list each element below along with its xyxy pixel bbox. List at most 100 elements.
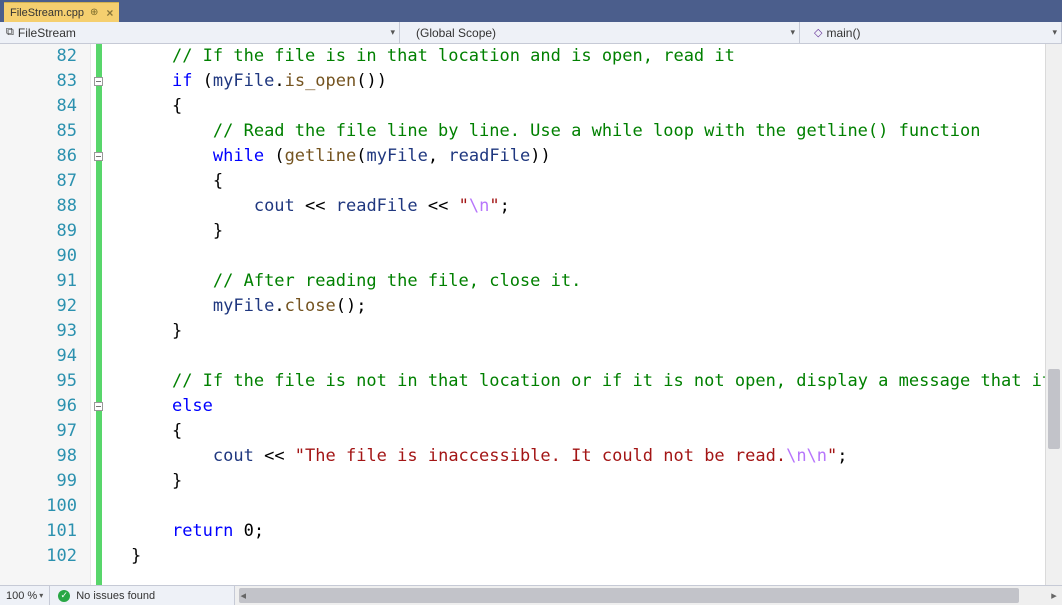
line-number: 82: [0, 44, 91, 69]
line-number: 101: [0, 519, 91, 544]
code-text[interactable]: }: [105, 319, 182, 344]
horizontal-scrollbar[interactable]: ◂ ▸: [235, 586, 1062, 605]
code-line[interactable]: 100: [0, 494, 1062, 519]
line-number: 94: [0, 344, 91, 369]
code-text[interactable]: if (myFile.is_open()): [105, 69, 387, 94]
code-line[interactable]: 99 }: [0, 469, 1062, 494]
code-text[interactable]: {: [105, 94, 182, 119]
code-text[interactable]: // Read the file line by line. Use a whi…: [105, 119, 981, 144]
code-text[interactable]: {: [105, 169, 223, 194]
pin-icon[interactable]: ⊕: [90, 7, 98, 18]
code-text[interactable]: }: [105, 544, 141, 569]
scroll-left-icon[interactable]: ◂: [235, 589, 251, 602]
outline-toggle: [91, 344, 105, 369]
outline-toggle: [91, 194, 105, 219]
outline-toggle: [91, 419, 105, 444]
status-bar: 100 % ▾ ✓ No issues found ◂ ▸: [0, 585, 1062, 605]
code-line[interactable]: 89 }: [0, 219, 1062, 244]
code-line[interactable]: 91 // After reading the file, close it.: [0, 269, 1062, 294]
error-list-summary[interactable]: ✓ No issues found: [50, 586, 235, 605]
code-line[interactable]: 87 {: [0, 169, 1062, 194]
code-line[interactable]: 84 {: [0, 94, 1062, 119]
outline-toggle: [91, 244, 105, 269]
method-icon: ◇: [814, 26, 822, 39]
scroll-right-icon[interactable]: ▸: [1046, 589, 1062, 602]
outline-toggle[interactable]: [91, 69, 105, 94]
code-line[interactable]: 95 // If the file is not in that locatio…: [0, 369, 1062, 394]
issues-text: No issues found: [76, 590, 155, 602]
close-icon[interactable]: ×: [106, 6, 113, 20]
code-line[interactable]: 83 if (myFile.is_open()): [0, 69, 1062, 94]
code-text[interactable]: [105, 494, 131, 519]
tab-filename: FileStream.cpp: [10, 7, 84, 19]
vertical-scrollbar[interactable]: [1045, 44, 1062, 585]
line-number: 95: [0, 369, 91, 394]
code-line[interactable]: 97 {: [0, 419, 1062, 444]
file-tab[interactable]: FileStream.cpp ⊕ ×: [4, 2, 119, 22]
code-text[interactable]: // After reading the file, close it.: [105, 269, 581, 294]
code-text[interactable]: return 0;: [105, 519, 264, 544]
class-scope-dropdown[interactable]: ⧉ FileStream ▾: [0, 22, 400, 43]
outline-toggle: [91, 544, 105, 569]
code-text[interactable]: cout << "The file is inaccessible. It co…: [105, 444, 848, 469]
outline-toggle: [91, 219, 105, 244]
zoom-dropdown[interactable]: 100 % ▾: [0, 586, 50, 605]
code-text[interactable]: {: [105, 419, 182, 444]
global-scope-dropdown[interactable]: (Global Scope) ▾: [400, 22, 800, 43]
line-number: 83: [0, 69, 91, 94]
code-text[interactable]: }: [105, 219, 223, 244]
chevron-down-icon: ▾: [39, 591, 43, 600]
code-line[interactable]: 102}: [0, 544, 1062, 569]
code-line[interactable]: 88 cout << readFile << "\n";: [0, 194, 1062, 219]
line-number: 93: [0, 319, 91, 344]
code-line[interactable]: 94: [0, 344, 1062, 369]
code-line[interactable]: 101 return 0;: [0, 519, 1062, 544]
line-number: 86: [0, 144, 91, 169]
line-number: 100: [0, 494, 91, 519]
member-dropdown[interactable]: ◇ main() ▾: [800, 22, 1062, 43]
scrollbar-thumb[interactable]: [239, 588, 1019, 603]
outline-toggle: [91, 494, 105, 519]
code-text[interactable]: else: [105, 394, 213, 419]
navigation-bar: ⧉ FileStream ▾ (Global Scope) ▾ ◇ main()…: [0, 22, 1062, 44]
code-text[interactable]: // If the file is not in that location o…: [105, 369, 1062, 394]
line-number: 91: [0, 269, 91, 294]
code-text[interactable]: // If the file is in that location and i…: [105, 44, 735, 69]
line-number: 90: [0, 244, 91, 269]
global-scope-label: (Global Scope): [416, 26, 496, 40]
code-line[interactable]: 92 myFile.close();: [0, 294, 1062, 319]
outline-toggle: [91, 444, 105, 469]
outline-toggle: [91, 294, 105, 319]
zoom-value: 100 %: [6, 590, 37, 602]
code-line[interactable]: 86 while (getline(myFile, readFile)): [0, 144, 1062, 169]
class-scope-label: FileStream: [18, 26, 76, 40]
line-number: 87: [0, 169, 91, 194]
scrollbar-thumb[interactable]: [1048, 369, 1060, 449]
line-number: 98: [0, 444, 91, 469]
line-number: 88: [0, 194, 91, 219]
outline-toggle: [91, 519, 105, 544]
line-number: 85: [0, 119, 91, 144]
line-number: 99: [0, 469, 91, 494]
code-text[interactable]: [105, 344, 131, 369]
code-text[interactable]: }: [105, 469, 182, 494]
code-editor[interactable]: 82 // If the file is in that location an…: [0, 44, 1062, 585]
code-text[interactable]: cout << readFile << "\n";: [105, 194, 510, 219]
code-line[interactable]: 98 cout << "The file is inaccessible. It…: [0, 444, 1062, 469]
code-text[interactable]: myFile.close();: [105, 294, 366, 319]
outline-toggle[interactable]: [91, 394, 105, 419]
outline-toggle: [91, 44, 105, 69]
line-number: 89: [0, 219, 91, 244]
check-icon: ✓: [58, 590, 70, 602]
code-line[interactable]: 93 }: [0, 319, 1062, 344]
code-text[interactable]: [105, 244, 131, 269]
line-number: 92: [0, 294, 91, 319]
line-number: 102: [0, 544, 91, 569]
code-line[interactable]: 90: [0, 244, 1062, 269]
code-line[interactable]: 85 // Read the file line by line. Use a …: [0, 119, 1062, 144]
code-text[interactable]: while (getline(myFile, readFile)): [105, 144, 551, 169]
code-line[interactable]: 82 // If the file is in that location an…: [0, 44, 1062, 69]
outline-toggle[interactable]: [91, 144, 105, 169]
code-line[interactable]: 96 else: [0, 394, 1062, 419]
line-number: 97: [0, 419, 91, 444]
